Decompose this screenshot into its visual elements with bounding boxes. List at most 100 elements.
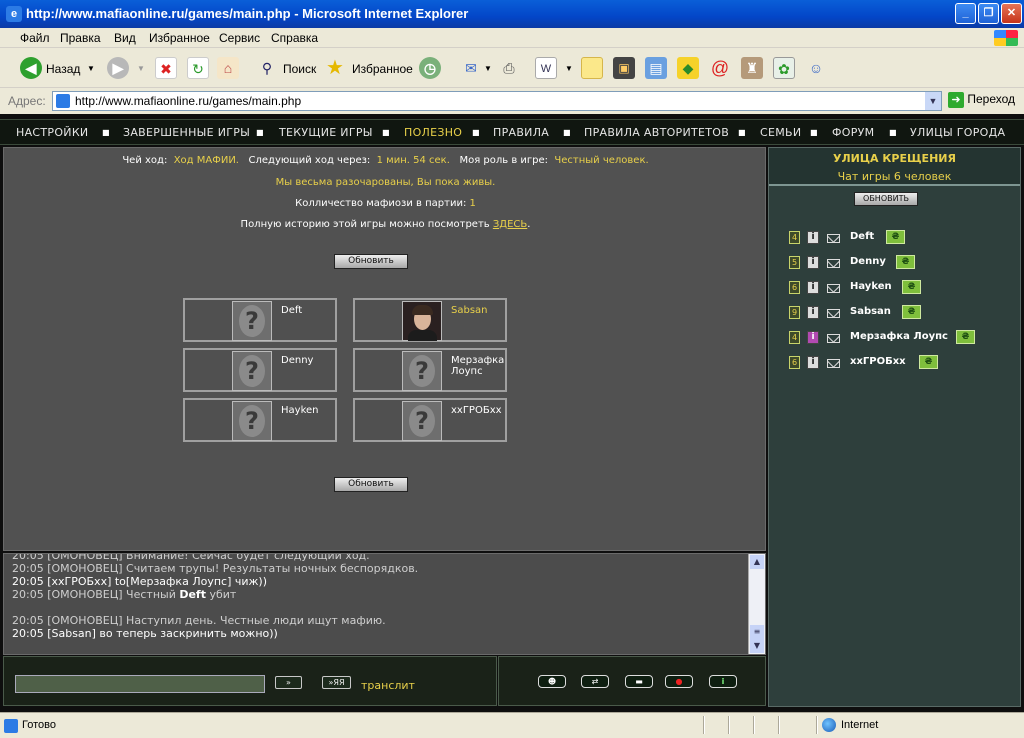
menu-edit[interactable]: Правка [60,31,101,45]
close-button[interactable]: ✕ [1001,3,1022,24]
player-name[interactable]: Мерзафка Лоупс [850,331,948,342]
message-envelope-icon[interactable] [827,234,840,243]
message-envelope-icon[interactable] [827,284,840,293]
player-name[interactable]: Sabsan [850,306,891,317]
nav-useful[interactable]: ПОЛЕЗНО [404,126,462,139]
message-envelope-icon[interactable] [827,334,840,343]
print-icon[interactable]: ⎙ [498,57,520,79]
nav-forum[interactable]: ФОРУМ [832,126,874,139]
edit-dropdown-icon[interactable]: ▼ [565,64,573,73]
favorites-label[interactable]: Избранное [352,62,413,76]
tools-icon[interactable]: ♜ [741,57,763,79]
refresh-icon[interactable]: ↻ [187,57,209,79]
note-icon[interactable] [581,57,603,79]
go-button[interactable]: ➜ Переход [948,92,1015,108]
chat-log[interactable]: 20:05 [ОМОНОВЕЦ] Внимание! Сейчас будет … [3,553,766,655]
back-dropdown-icon[interactable]: ▼ [87,64,95,73]
menu-help[interactable]: Справка [271,31,318,45]
scroll-thumb[interactable]: ≡ [750,625,764,639]
web-page: НАСТРОЙКИ ■ ЗАВЕРШЕННЫЕ ИГРЫ ■ ТЕКУЩИЕ И… [0,114,1024,712]
status-divider [703,716,705,734]
player-name[interactable]: xxГРОБxx [850,356,906,367]
player-name[interactable]: Hayken [850,281,892,292]
nav-authority-rules[interactable]: ПРАВИЛА АВТОРИТЕТОВ [584,126,729,139]
nav-rules[interactable]: ПРАВИЛА [493,126,549,139]
back-label[interactable]: Назад [46,62,80,76]
player-card-denny[interactable]: ? Denny [183,348,337,392]
history-link[interactable]: ЗДЕСЬ [493,219,527,230]
icq-flower-icon[interactable]: ✿ [773,57,795,79]
send-button[interactable]: » [275,676,302,689]
message-envelope-icon[interactable] [827,359,840,368]
address-dropdown-icon[interactable]: ▼ [925,92,941,110]
nav-families[interactable]: СЕМЬИ [760,126,801,139]
folders-icon[interactable]: ▤ [645,57,667,79]
search-icon[interactable]: ⚲ [256,57,278,79]
home-icon[interactable]: ⌂ [217,57,239,79]
message-envelope-icon[interactable] [827,259,840,268]
info-icon[interactable]: i [807,306,819,319]
address-input[interactable]: http://www.mafiaonline.ru/games/main.php… [52,91,942,111]
smile-icon[interactable]: ☻ [538,675,566,688]
sidebar-header: УЛИЦА КРЕЩЕНИЯ Чат игры 6 человек [769,148,1020,186]
info-icon[interactable]: i [807,256,819,269]
menu-bar: Файл Правка Вид Избранное Сервис Справка [0,28,1024,48]
favorites-star-icon[interactable]: ★ [324,57,346,79]
maximize-button[interactable]: ❐ [978,3,999,24]
info-icon[interactable]: i [807,331,819,344]
scroll-down-icon[interactable]: ▼ [750,639,764,653]
player-name[interactable]: Deft [850,231,874,242]
message-envelope-icon[interactable] [827,309,840,318]
info-icon[interactable]: i [807,356,819,369]
address-url[interactable]: http://www.mafiaonline.ru/games/main.php [75,94,301,108]
player-name[interactable]: Denny [850,256,886,267]
player-card-merzafka[interactable]: ? Мерзафка Лоупс [353,348,507,392]
info-icon[interactable]: i [807,281,819,294]
translit-label[interactable]: транслит [361,679,415,692]
messenger-icon[interactable]: ☺ [805,57,827,79]
info-icon[interactable]: i [709,675,737,688]
windows-flag-icon [994,30,1018,46]
gun-icon[interactable]: ▬ [625,675,653,688]
nav-separator: ■ [256,128,264,137]
chat-scrollbar[interactable]: ▲ ≡ ▼ [748,554,765,654]
send-translit-button[interactable]: »ЯЯ [322,676,351,689]
record-icon[interactable]: ● [665,675,693,688]
refresh-chat-icon[interactable]: ⇄ [581,675,609,688]
stop-icon[interactable]: ✖ [155,57,177,79]
info-icon[interactable]: i [807,231,819,244]
menu-tools[interactable]: Сервис [219,31,260,45]
money-icon: ₴ [956,330,975,344]
player-card-deft[interactable]: ? Deft [183,298,337,342]
edit-word-icon[interactable]: W [535,57,557,79]
mail-dropdown-icon[interactable]: ▼ [484,64,492,73]
tv-icon[interactable]: ▣ [613,57,635,79]
search-label[interactable]: Поиск [283,62,316,76]
back-arrow-icon[interactable]: ◀ [20,57,42,79]
forward-dropdown-icon[interactable]: ▼ [137,64,145,73]
sidebar-refresh-button[interactable]: ОБНОВИТЬ [854,192,918,206]
unknown-avatar-icon: ? [232,301,272,341]
title-bar: e http://www.mafiaonline.ru/games/main.p… [0,0,1024,28]
nav-settings[interactable]: НАСТРОЙКИ [16,126,88,139]
at-mail-icon[interactable]: @ [709,57,731,79]
menu-file[interactable]: Файл [20,31,50,45]
nav-finished-games[interactable]: ЗАВЕРШЕННЫЕ ИГРЫ [123,126,250,139]
shapes-icon[interactable]: ◆ [677,57,699,79]
forward-arrow-icon[interactable]: ▶ [107,57,129,79]
chat-input[interactable] [15,675,265,693]
refresh-button-bottom[interactable]: Обновить [334,477,408,492]
menu-view[interactable]: Вид [114,31,136,45]
refresh-button-top[interactable]: Обновить [334,254,408,269]
nav-separator: ■ [889,128,897,137]
player-card-hayken[interactable]: ? Hayken [183,398,337,442]
menu-favorites[interactable]: Избранное [149,31,210,45]
history-icon[interactable]: ◷ [419,57,441,79]
minimize-button[interactable]: _ [955,3,976,24]
nav-city-streets[interactable]: УЛИЦЫ ГОРОДА [910,126,1005,139]
player-card-sabsan[interactable]: Sabsan [353,298,507,342]
player-card-xxgrobxx[interactable]: ? xxГРОБxx [353,398,507,442]
scroll-up-icon[interactable]: ▲ [750,555,764,569]
mail-icon[interactable]: ✉ [460,57,482,79]
nav-current-games[interactable]: ТЕКУЩИЕ ИГРЫ [279,126,373,139]
